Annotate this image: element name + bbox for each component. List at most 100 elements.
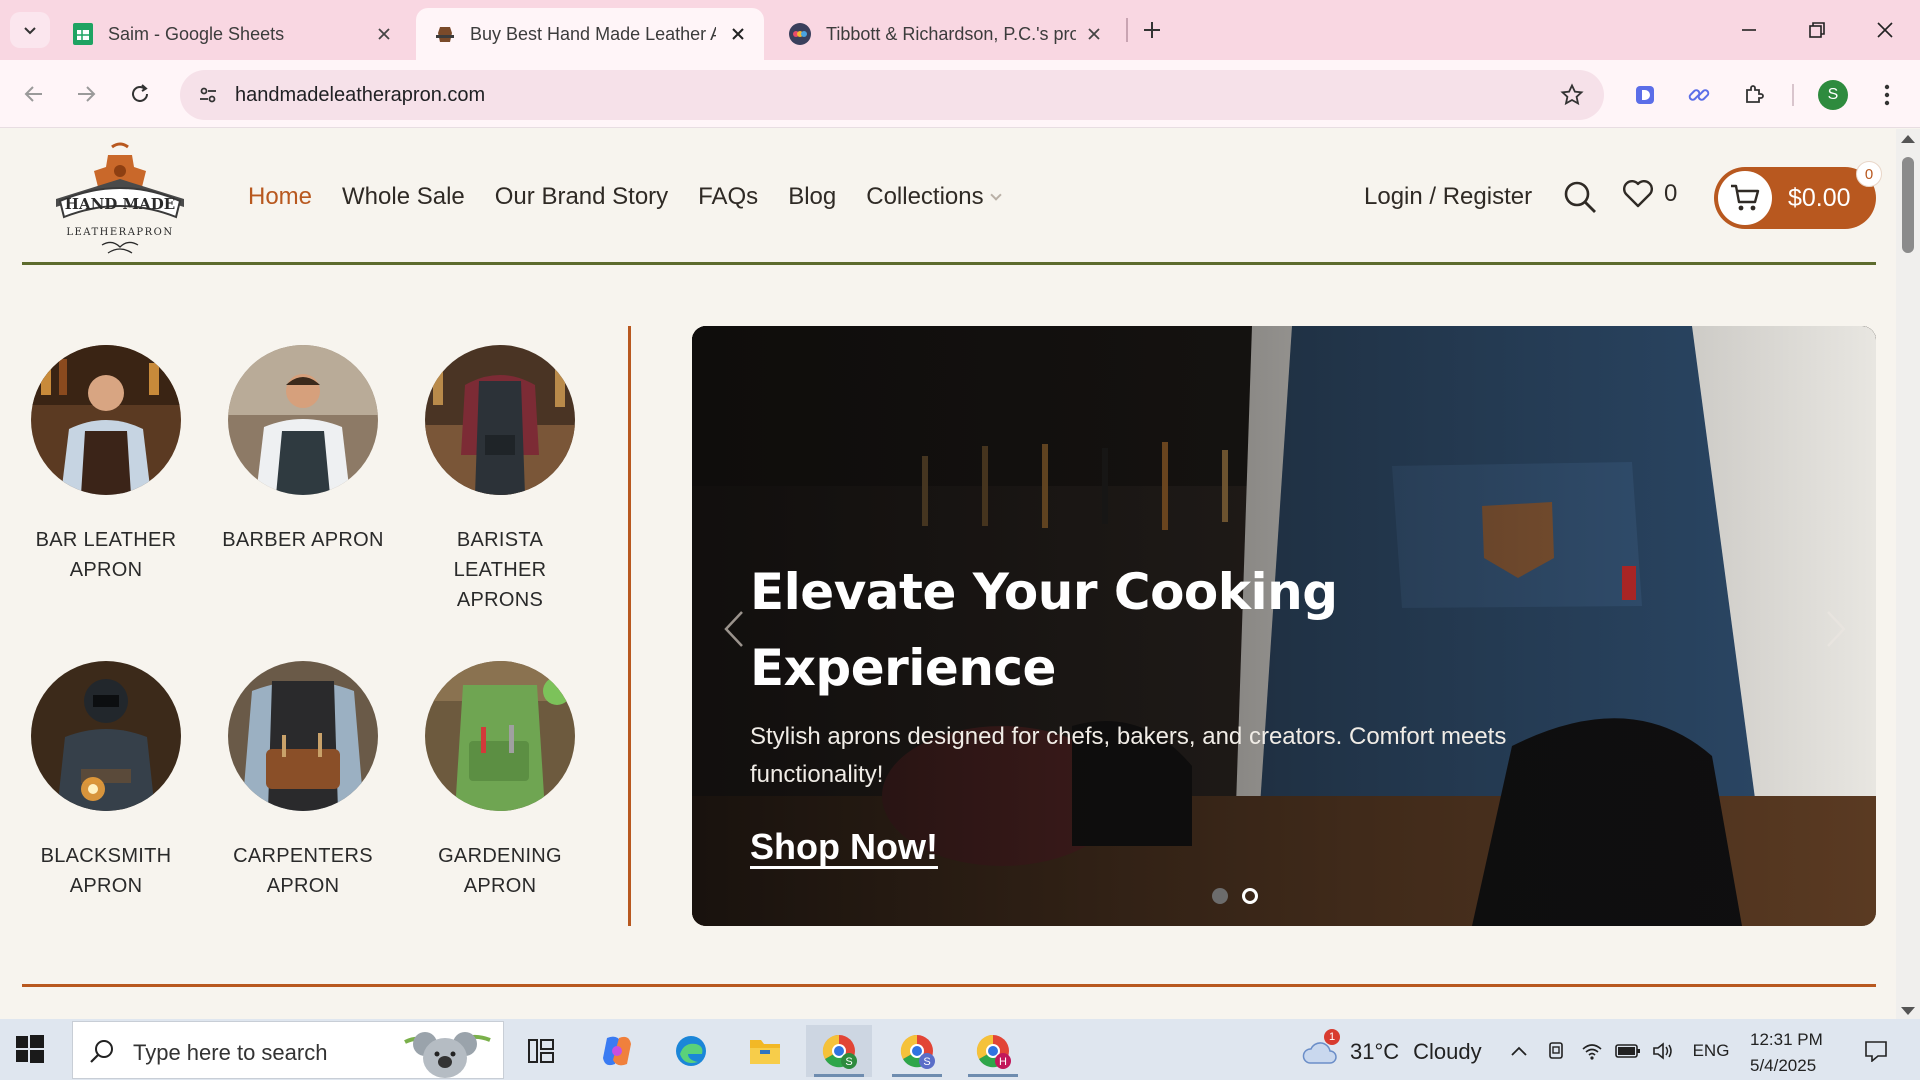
weather-widget[interactable]: 1 31°C Cloudy xyxy=(1302,1029,1482,1067)
start-button[interactable] xyxy=(16,1035,46,1065)
site-logo[interactable]: HAND MADE LEATHERAPRON xyxy=(50,141,190,261)
taskbar-search-placeholder: Type here to search xyxy=(133,1040,328,1065)
taskbar-search-box[interactable]: Type here to search xyxy=(72,1021,504,1079)
page-scrollbar[interactable] xyxy=(1896,129,1920,1019)
koala-icon xyxy=(404,1032,491,1078)
extension-link-button[interactable] xyxy=(1682,78,1716,112)
tab-handmade-leather-apron[interactable]: Buy Best Hand Made Leather Ap xyxy=(416,8,764,60)
category-barber-apron[interactable]: BARBER APRON xyxy=(218,345,388,555)
profile-avatar[interactable]: S xyxy=(1818,80,1848,110)
svg-text:H: H xyxy=(999,1056,1007,1068)
star-icon xyxy=(1560,83,1584,106)
close-icon xyxy=(1088,28,1100,40)
cloud-icon: 1 xyxy=(1302,1029,1340,1067)
notifications-button[interactable] xyxy=(1856,1037,1896,1065)
nav-blog[interactable]: Blog xyxy=(788,183,836,211)
toolbar-separator xyxy=(1792,84,1794,106)
shop-now-button[interactable]: Shop Now! xyxy=(750,826,938,868)
meet-now-button[interactable] xyxy=(1544,1037,1570,1065)
hero-subtitle: Stylish aprons designed for chefs, baker… xyxy=(750,723,1507,788)
chrome-icon: H xyxy=(976,1034,1011,1069)
cart-total: $0.00 xyxy=(1788,183,1851,212)
nav-our-brand-story[interactable]: Our Brand Story xyxy=(495,183,668,211)
volume-button[interactable] xyxy=(1650,1037,1676,1065)
search-icon xyxy=(1564,181,1596,213)
copilot-button[interactable] xyxy=(584,1025,650,1077)
category-carpenters-apron[interactable]: CARPENTERS APRON xyxy=(218,661,388,901)
slider-next-button[interactable] xyxy=(1816,604,1856,654)
language-indicator[interactable]: ENG xyxy=(1686,1037,1736,1065)
url-text: handmadeleatherapron.com xyxy=(235,84,486,106)
category-gardening-apron[interactable]: GARDENING APRON xyxy=(415,661,585,901)
back-button[interactable] xyxy=(14,74,54,114)
tab-close-button[interactable] xyxy=(374,24,394,44)
extension-d-icon xyxy=(1636,86,1654,104)
forward-button[interactable] xyxy=(66,74,106,114)
category-image xyxy=(228,661,378,811)
battery-button[interactable] xyxy=(1614,1037,1642,1065)
wifi-icon xyxy=(1582,1044,1602,1060)
restore-button[interactable] xyxy=(1792,10,1842,50)
address-bar[interactable]: handmadeleatherapron.com xyxy=(180,70,1604,120)
slider-dot-1[interactable] xyxy=(1212,888,1228,904)
slider-dot-2[interactable] xyxy=(1242,888,1258,904)
close-icon xyxy=(378,28,390,40)
web-page: HAND MADE LEATHERAPRON Home Whole Sale O… xyxy=(0,129,1896,1019)
category-barista-leather-aprons[interactable]: BARISTA LEATHER APRONS xyxy=(415,345,585,615)
network-button[interactable] xyxy=(1578,1037,1606,1065)
wishlist-button[interactable]: 0 xyxy=(1622,179,1677,209)
chevron-left-icon xyxy=(724,611,743,647)
chrome-profile-h-button[interactable]: H xyxy=(960,1025,1026,1077)
scrollbar-thumb[interactable] xyxy=(1902,157,1914,253)
scroll-down-arrow-icon[interactable] xyxy=(1901,1007,1915,1015)
slider-pagination xyxy=(1212,888,1258,904)
puzzle-icon xyxy=(1746,85,1764,103)
minimize-button[interactable] xyxy=(1724,10,1774,50)
arrow-right-icon xyxy=(78,86,96,102)
scroll-up-arrow-icon[interactable] xyxy=(1901,135,1915,143)
category-blacksmith-apron[interactable]: BLACKSMITH APRON xyxy=(21,661,191,901)
tab-close-button[interactable] xyxy=(728,24,748,44)
nav-whole-sale[interactable]: Whole Sale xyxy=(342,183,465,211)
search-icon xyxy=(90,1040,113,1063)
reload-button[interactable] xyxy=(120,74,160,114)
category-bar-leather-apron[interactable]: BAR LEATHER APRON xyxy=(21,345,191,585)
main-navigation: Home Whole Sale Our Brand Story FAQs Blo… xyxy=(248,183,1002,211)
site-search-button[interactable] xyxy=(1562,179,1598,215)
tab-title: Tibbott & Richardson, P.C.'s pro xyxy=(826,23,1076,44)
nav-home[interactable]: Home xyxy=(248,183,312,211)
cart-button[interactable]: $0.00 0 xyxy=(1714,161,1882,229)
tab-tibbott-richardson[interactable]: Tibbott & Richardson, P.C.'s pro xyxy=(770,8,1120,60)
show-hidden-icons-button[interactable] xyxy=(1506,1037,1532,1065)
extension-d-button[interactable] xyxy=(1628,78,1662,112)
battery-icon xyxy=(1615,1044,1640,1058)
site-favicon xyxy=(789,23,811,45)
system-clock[interactable]: 12:31 PM 5/4/2025 xyxy=(1750,1027,1823,1079)
svg-text:S: S xyxy=(923,1056,930,1068)
nav-faqs[interactable]: FAQs xyxy=(698,183,758,211)
file-explorer-button[interactable] xyxy=(732,1025,798,1077)
chevron-right-icon xyxy=(1827,611,1846,647)
reload-icon xyxy=(132,84,148,102)
browser-menu-button[interactable] xyxy=(1870,78,1904,112)
nav-collections[interactable]: Collections xyxy=(866,183,1002,211)
extensions-button[interactable] xyxy=(1737,78,1771,112)
chrome-profile-s-button[interactable]: S xyxy=(806,1025,872,1077)
new-tab-button[interactable] xyxy=(1136,14,1168,46)
apron-logo-icon: HAND MADE LEATHERAPRON xyxy=(56,142,184,254)
browser-toolbar: handmadeleatherapron.com S xyxy=(0,60,1920,128)
browser-tabstrip: Saim - Google Sheets Buy Best Hand Made … xyxy=(0,0,1920,60)
chrome-profile-s2-button[interactable]: S xyxy=(884,1025,950,1077)
login-register-link[interactable]: Login / Register xyxy=(1364,183,1532,211)
site-info-button[interactable] xyxy=(192,79,224,111)
edge-button[interactable] xyxy=(658,1025,724,1077)
task-view-button[interactable] xyxy=(508,1025,574,1077)
tab-google-sheets[interactable]: Saim - Google Sheets xyxy=(54,8,410,60)
close-window-button[interactable] xyxy=(1860,10,1910,50)
windows-taskbar: Type here to search S S H 1 31°C Cloudy … xyxy=(0,1019,1920,1080)
tab-search-button[interactable] xyxy=(10,12,50,48)
slider-prev-button[interactable] xyxy=(714,604,754,654)
bookmark-button[interactable] xyxy=(1560,83,1584,112)
tab-close-button[interactable] xyxy=(1084,24,1104,44)
notification-icon xyxy=(1865,1041,1887,1062)
